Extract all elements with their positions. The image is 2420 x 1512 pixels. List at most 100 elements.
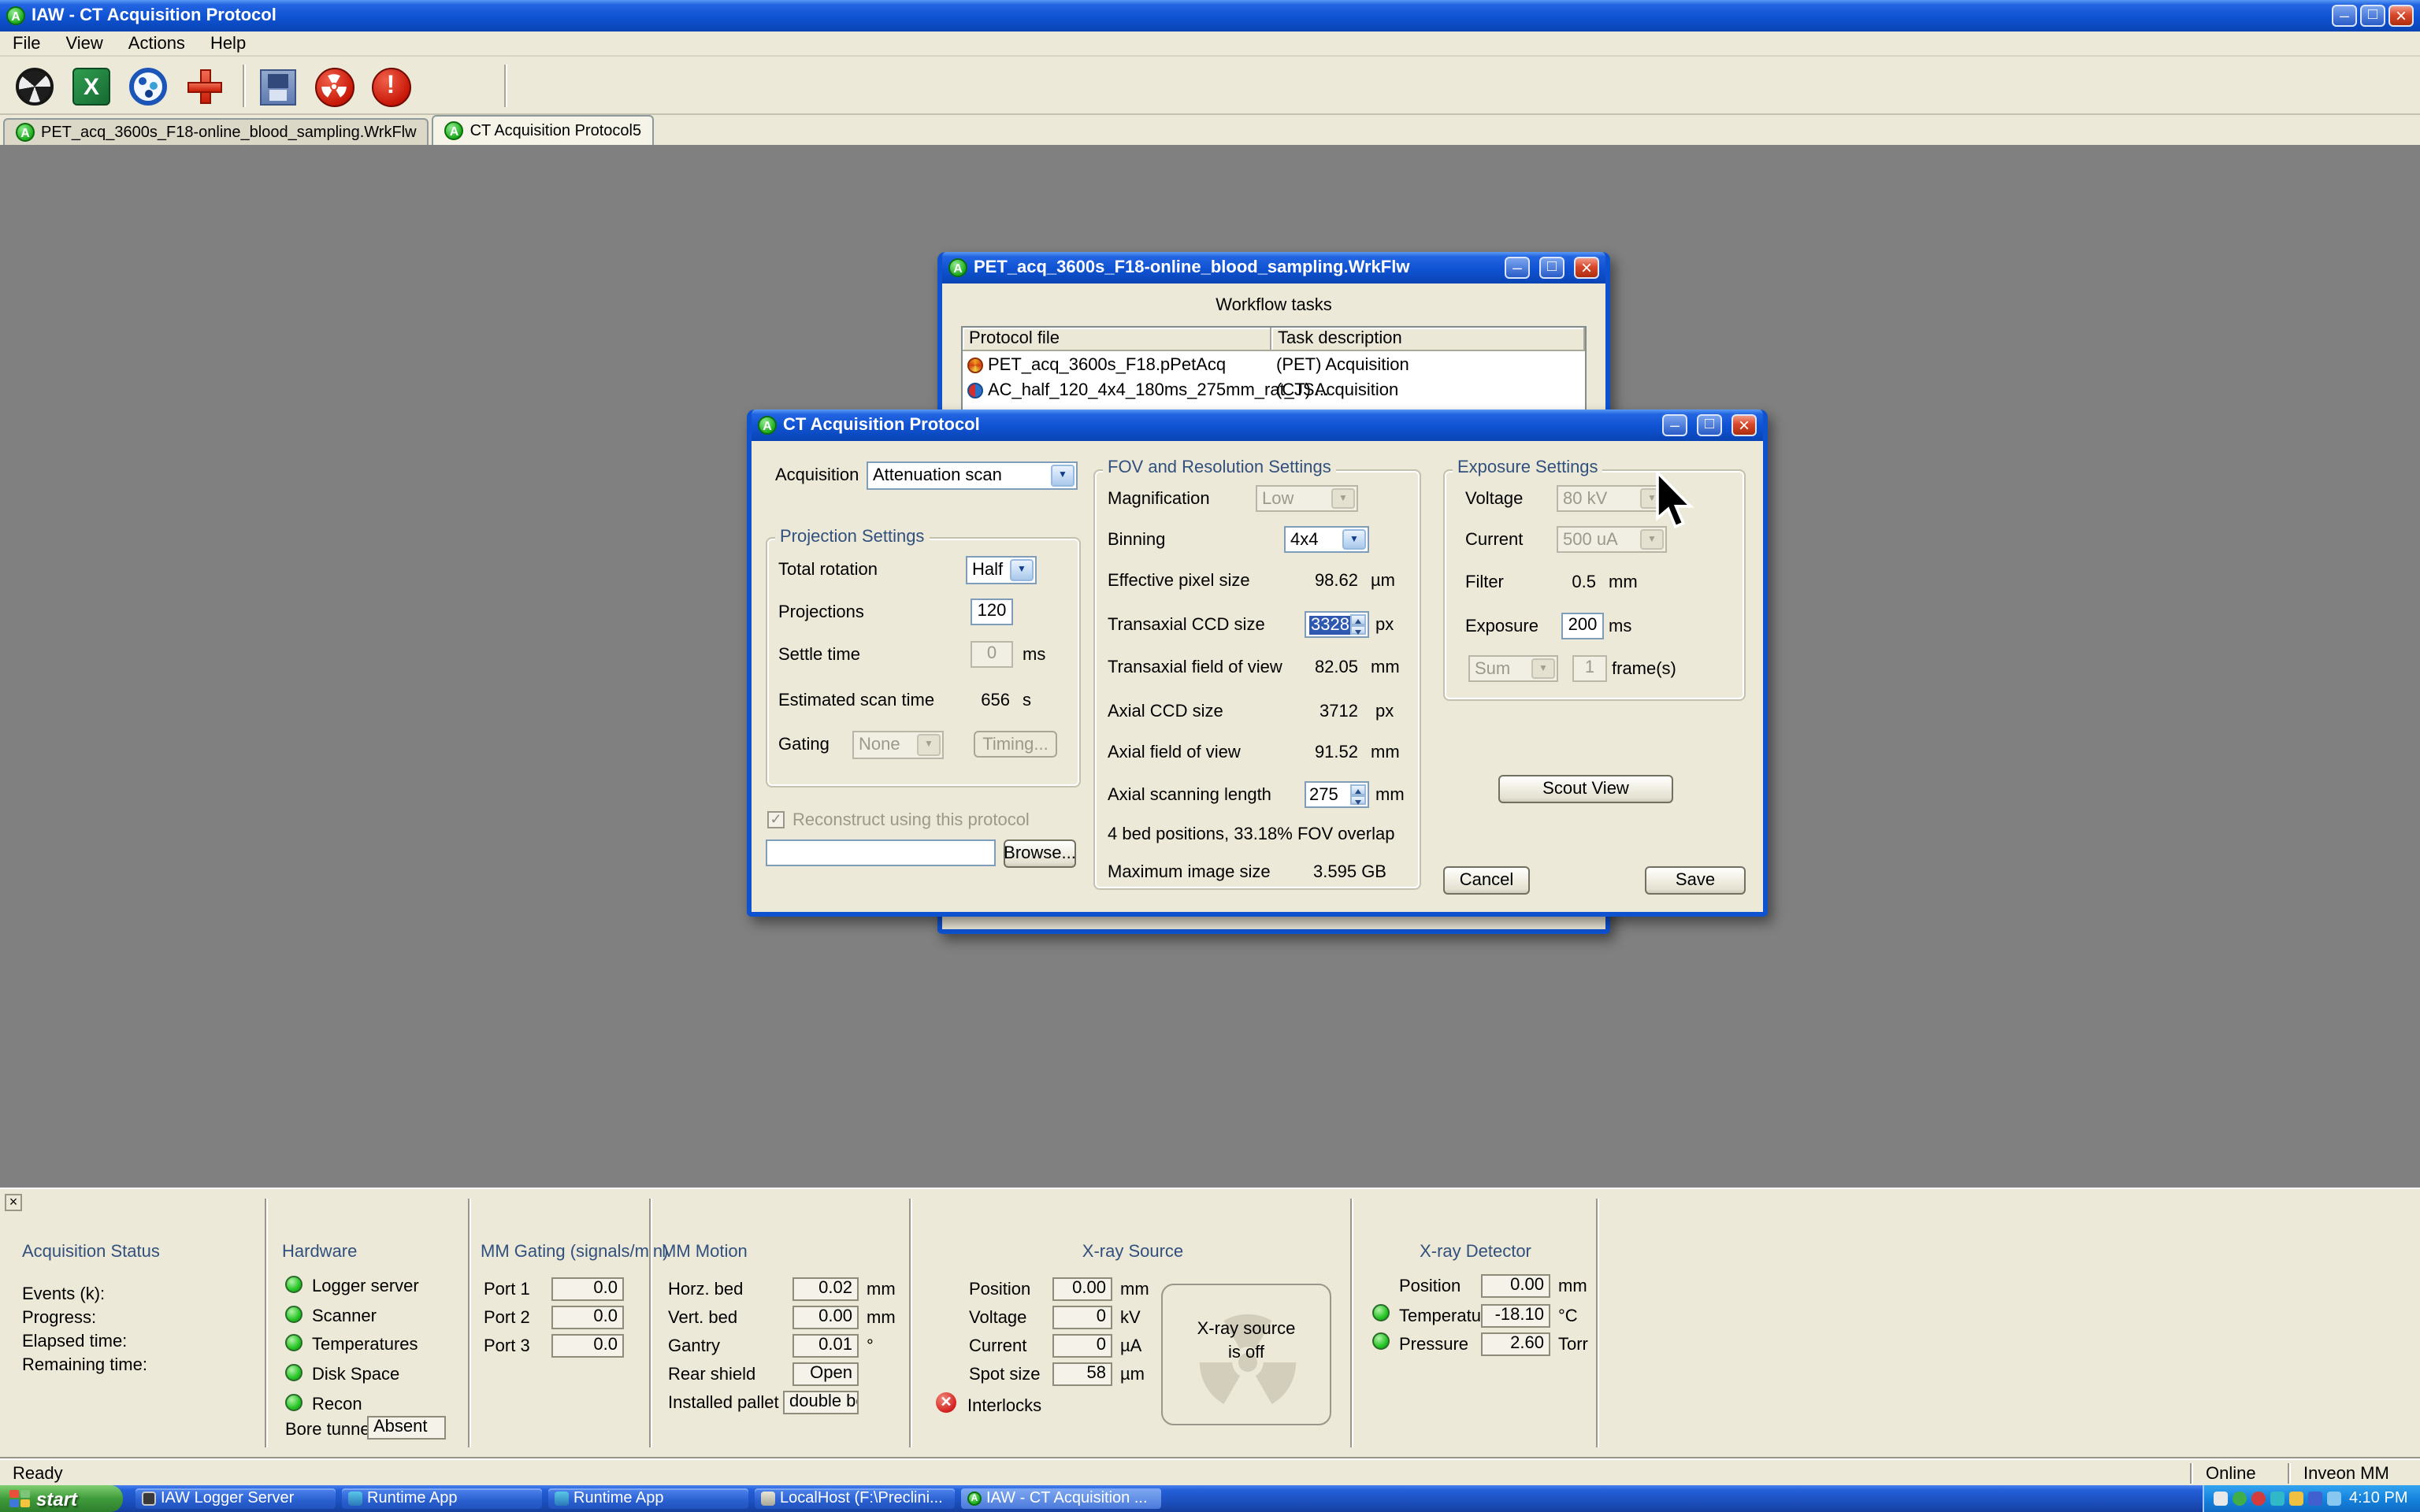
- menu-view[interactable]: View: [53, 34, 115, 53]
- menu-help[interactable]: Help: [198, 34, 258, 53]
- tray-status-icon[interactable]: [2270, 1492, 2285, 1506]
- radiation-icon[interactable]: [312, 65, 356, 109]
- total-rotation-select[interactable]: Half: [966, 556, 1037, 584]
- binning-select[interactable]: 4x4: [1284, 526, 1369, 553]
- chevron-down-icon[interactable]: [1010, 559, 1034, 581]
- taskbar-button-logger[interactable]: IAW Logger Server: [135, 1488, 336, 1509]
- spinner[interactable]: [1350, 614, 1366, 635]
- workflow-protocol-icon[interactable]: [126, 65, 170, 109]
- maximum-image-size-label: Maximum image size: [1108, 863, 1271, 882]
- excel-export-icon[interactable]: X: [69, 65, 113, 109]
- spinner[interactable]: [1350, 784, 1366, 805]
- reconstruct-checkbox[interactable]: [767, 811, 785, 828]
- transaxial-ccd-size-input[interactable]: 3328: [1305, 611, 1369, 638]
- tab-workflow[interactable]: PET_acq_3600s_F18-online_blood_sampling.…: [3, 118, 429, 145]
- menu-actions[interactable]: Actions: [116, 34, 198, 53]
- tray-status-icon[interactable]: [2214, 1492, 2228, 1506]
- taskbar-button-iaw[interactable]: IAW - CT Acquisition ...: [961, 1488, 1161, 1509]
- scout-view-button[interactable]: Scout View: [1498, 775, 1673, 803]
- tray-clock: 4:10 PM: [2349, 1490, 2408, 1507]
- xs-voltage-label: Voltage: [969, 1309, 1027, 1328]
- maximize-button[interactable]: [1539, 257, 1564, 279]
- minimize-button[interactable]: [1662, 414, 1687, 436]
- maximize-button[interactable]: [1697, 414, 1722, 436]
- reconstruct-path-input[interactable]: [766, 839, 996, 866]
- dock-separator: [1350, 1199, 1353, 1447]
- ct-dialog: CT Acquisition Protocol Acquisition Atte…: [747, 410, 1768, 917]
- table-row[interactable]: PET_acq_3600s_F18.pPetAcq: [963, 353, 1271, 378]
- bed-positions-note: 4 bed positions, 33.18% FOV overlap: [1108, 825, 1395, 844]
- filter-label: Filter: [1465, 573, 1504, 592]
- progress-label: Progress:: [22, 1309, 97, 1328]
- dock-separator: [909, 1199, 912, 1447]
- minimize-button[interactable]: [2332, 5, 2357, 27]
- start-button[interactable]: start: [0, 1485, 123, 1512]
- taskbar-button-runtime1[interactable]: Runtime App: [342, 1488, 542, 1509]
- maximum-image-size-value: 3.595 GB: [1313, 863, 1386, 882]
- ct-dialog-title: CT Acquisition Protocol: [783, 416, 980, 435]
- column-header-task-description[interactable]: Task description: [1271, 328, 1585, 351]
- chevron-down-icon[interactable]: [1051, 465, 1075, 487]
- axial-fov-unit: mm: [1371, 743, 1400, 762]
- close-button[interactable]: [1574, 257, 1599, 279]
- statusbar-separator: [2288, 1463, 2291, 1484]
- browse-button[interactable]: Browse...: [1004, 839, 1076, 868]
- window-icon: [948, 258, 967, 277]
- xd-temperature-value: -18.10: [1481, 1304, 1550, 1328]
- tray-volume-icon[interactable]: [2327, 1492, 2341, 1506]
- taskbar-button-runtime2[interactable]: Runtime App: [548, 1488, 748, 1509]
- horz-bed-label: Horz. bed: [668, 1280, 744, 1299]
- magnification-select: Low: [1256, 485, 1358, 512]
- acquisition-select[interactable]: Attenuation scan: [867, 461, 1078, 490]
- transaxial-fov-label: Transaxial field of view: [1108, 658, 1282, 677]
- stop-icon[interactable]: !: [369, 65, 413, 109]
- vert-bed-unit: mm: [867, 1309, 896, 1328]
- minimize-button[interactable]: [1505, 257, 1530, 279]
- add-icon[interactable]: [183, 65, 227, 109]
- xray-source-title: X-ray Source: [1082, 1243, 1184, 1262]
- gantry-label: Gantry: [668, 1337, 721, 1356]
- axial-scanning-length-input[interactable]: 275: [1305, 781, 1369, 808]
- vert-bed-label: Vert. bed: [668, 1309, 738, 1328]
- save-button[interactable]: Save: [1645, 866, 1746, 895]
- close-button[interactable]: [2388, 5, 2414, 27]
- voltage-label: Voltage: [1465, 490, 1524, 509]
- chevron-down-icon[interactable]: [1342, 529, 1366, 550]
- taskbar-button-localhost[interactable]: LocalHost (F:\Preclini...: [755, 1488, 955, 1509]
- xs-position-unit: mm: [1120, 1280, 1149, 1299]
- dock-close-button[interactable]: ×: [5, 1194, 22, 1211]
- table-cell[interactable]: (CT) Acquisition: [1271, 378, 1585, 403]
- save-icon[interactable]: [255, 65, 299, 109]
- document-icon: [16, 123, 35, 142]
- column-header-protocol-file[interactable]: Protocol file: [963, 328, 1271, 351]
- temperatures-led: [285, 1334, 302, 1351]
- magnification-label: Magnification: [1108, 490, 1210, 509]
- gating-label: Gating: [778, 736, 830, 754]
- table-row[interactable]: AC_half_120_4x4_180ms_275mm_rat_JS...: [963, 378, 1329, 403]
- rear-shield-label: Rear shield: [668, 1366, 756, 1384]
- toolbar-separator: [504, 65, 507, 107]
- tray-status-icon[interactable]: [2308, 1492, 2322, 1506]
- tray-status-icon[interactable]: [2251, 1492, 2266, 1506]
- xs-position-label: Position: [969, 1280, 1031, 1299]
- exposure-input[interactable]: 200: [1561, 613, 1604, 639]
- tab-ct-protocol[interactable]: CT Acquisition Protocol5: [432, 115, 655, 145]
- table-cell[interactable]: (PET) Acquisition: [1271, 353, 1585, 378]
- installed-pallet-value: double be...: [783, 1391, 859, 1414]
- app-titlebar: IAW - CT Acquisition Protocol: [0, 0, 2420, 32]
- timing-button: Timing...: [974, 731, 1057, 758]
- acquisition-dial-icon[interactable]: [13, 65, 57, 109]
- bore-tunnel-label: Bore tunnel: [285, 1421, 374, 1440]
- exposure-unit: ms: [1609, 617, 1632, 636]
- tray-status-icon[interactable]: [2289, 1492, 2303, 1506]
- close-button[interactable]: [1731, 414, 1757, 436]
- projections-input[interactable]: 120: [971, 598, 1013, 625]
- estimated-scan-time-unit: s: [1023, 691, 1031, 710]
- acquisition-status-title: Acquisition Status: [22, 1243, 160, 1262]
- cancel-button[interactable]: Cancel: [1443, 866, 1530, 895]
- tray-status-icon[interactable]: [2233, 1492, 2247, 1506]
- axial-fov-value: 91.52: [1314, 743, 1358, 762]
- maximize-button[interactable]: [2360, 5, 2385, 27]
- pressure-led: [1372, 1332, 1390, 1350]
- menu-file[interactable]: File: [0, 34, 53, 53]
